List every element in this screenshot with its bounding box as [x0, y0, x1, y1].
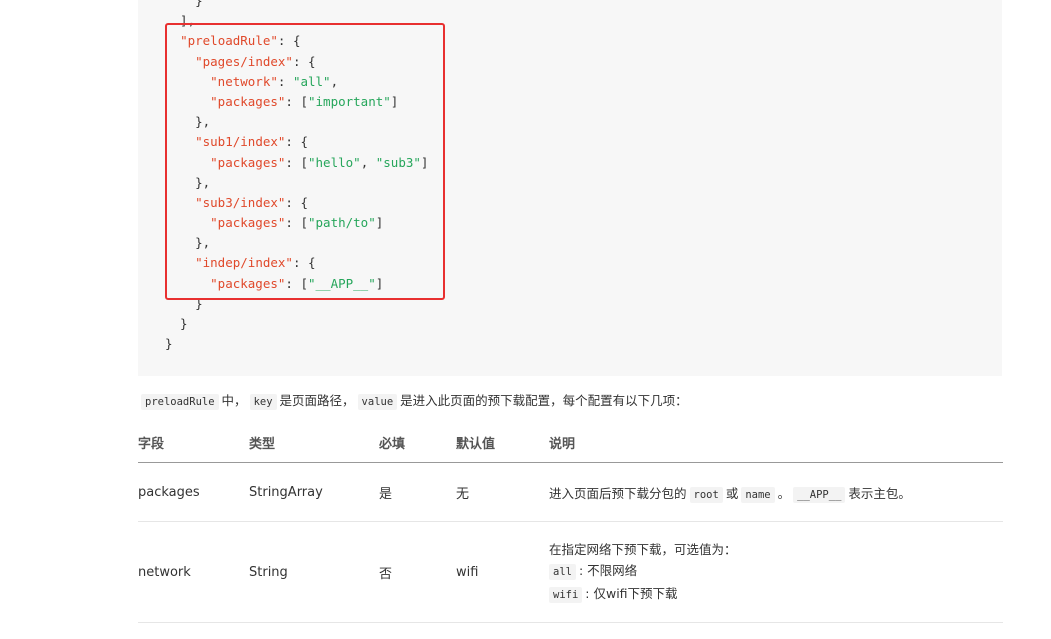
cell-required: 是 — [379, 462, 456, 522]
inline-code-wifi: wifi — [549, 586, 583, 603]
note-line: 在指定网络下预下载，可选值为： — [549, 541, 737, 557]
note-line: all: 不限网络 — [549, 560, 1003, 583]
table-row: network String 否 wifi 在指定网络下预下载，可选值为： al… — [138, 521, 1003, 623]
cell-type: StringArray — [249, 462, 379, 522]
inline-code-preloadrule: preloadRule — [141, 394, 219, 410]
cell-description: 在指定网络下预下载，可选值为： all: 不限网络 wifi: 仅wifi下预下… — [549, 521, 1003, 623]
note-text: 。 — [777, 485, 791, 501]
inline-code-value: value — [357, 394, 398, 410]
note-text: : 仅wifi下预下载 — [585, 585, 678, 601]
code-line: } — [165, 314, 428, 334]
desc-text-1: 中， — [221, 393, 247, 408]
cell-type: String — [249, 521, 379, 623]
highlight-box — [165, 23, 445, 300]
note-text: 或 — [725, 485, 739, 501]
inline-code-root: root — [689, 486, 723, 503]
inline-code-key: key — [249, 394, 277, 410]
inline-code-name: name — [741, 486, 775, 503]
cell-field: packages — [138, 462, 249, 522]
cell-description: 进入页面后预下载分包的 root 或 name。 __APP__ 表示主包。 — [549, 462, 1003, 522]
preload-rule-description: preloadRule 中， key 是页面路径， value 是进入此页面的预下载配置，… — [138, 390, 688, 410]
config-table: 字段 类型 必填 默认值 说明 packages StringArray 是 无… — [138, 423, 1003, 623]
header-type: 类型 — [249, 423, 379, 463]
code-punct: } — [165, 316, 188, 331]
header-default: 默认值 — [456, 423, 549, 463]
code-punct: } — [165, 336, 173, 352]
inline-code-all: all — [549, 563, 576, 580]
cell-required: 否 — [379, 521, 456, 623]
note-text: 进入页面后预下载分包的 — [549, 485, 687, 501]
note-text: : 不限网络 — [578, 562, 638, 578]
note-line: wifi: 仅wifi下预下载 — [549, 583, 1003, 606]
desc-text-2: 是页面路径， — [279, 393, 355, 408]
header-description: 说明 — [549, 423, 1003, 463]
table-row: packages StringArray 是 无 进入页面后预下载分包的 root… — [138, 462, 1003, 522]
table-header-row: 字段 类型 必填 默认值 说明 — [138, 423, 1003, 463]
code-punct: } — [165, 0, 203, 8]
header-required: 必填 — [379, 423, 456, 463]
inline-code-app: __APP__ — [793, 486, 846, 503]
cell-field: network — [138, 521, 249, 623]
code-line: } — [165, 334, 428, 354]
code-line: } — [165, 0, 428, 11]
note-text: 表示主包。 — [848, 485, 911, 501]
cell-default: 无 — [456, 462, 549, 522]
desc-text-3: 是进入此页面的预下载配置，每个配置有以下几项： — [400, 393, 688, 408]
header-field: 字段 — [138, 423, 249, 463]
cell-default: wifi — [456, 521, 549, 623]
